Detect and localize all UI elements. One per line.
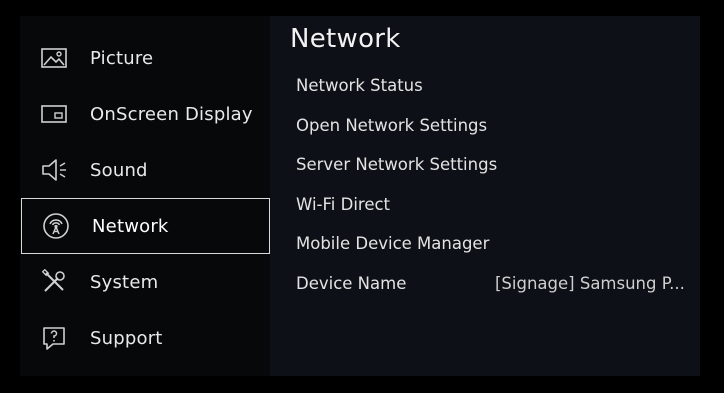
option-device-name[interactable]: Device Name [Signage] Samsung P... xyxy=(296,268,686,298)
option-network-status[interactable]: Network Status xyxy=(296,70,686,100)
sidebar-item-onscreen-display[interactable]: OnScreen Display xyxy=(20,86,270,142)
option-label: Network Status xyxy=(296,75,423,95)
option-label: Open Network Settings xyxy=(296,115,488,135)
speaker-icon xyxy=(40,156,68,184)
sidebar-item-support[interactable]: Support xyxy=(20,310,270,366)
option-label: Device Name xyxy=(296,273,407,293)
option-mobile-device-manager[interactable]: Mobile Device Manager xyxy=(296,228,686,258)
sidebar-item-picture[interactable]: Picture xyxy=(20,30,270,86)
sidebar-item-system[interactable]: System xyxy=(20,254,270,310)
option-label: Server Network Settings xyxy=(296,154,498,174)
sidebar-item-label: Picture xyxy=(90,47,154,69)
sidebar-item-network[interactable]: Network xyxy=(21,198,270,254)
sidebar-item-label: Network xyxy=(92,215,169,237)
option-open-network-settings[interactable]: Open Network Settings xyxy=(296,110,686,140)
sidebar-item-label: OnScreen Display xyxy=(90,103,253,125)
option-label: Wi-Fi Direct xyxy=(296,194,391,214)
tools-icon xyxy=(40,268,68,296)
option-wifi-direct[interactable]: Wi-Fi Direct xyxy=(296,189,686,219)
page-title: Network xyxy=(290,24,401,54)
onscreen-display-icon xyxy=(40,100,68,128)
support-icon xyxy=(40,324,68,352)
sidebar-item-label: Sound xyxy=(90,159,148,181)
sidebar-item-sound[interactable]: Sound xyxy=(20,142,270,198)
picture-icon xyxy=(40,44,68,72)
option-server-network-settings[interactable]: Server Network Settings xyxy=(296,149,686,179)
network-content-panel: Network Network Status Open Network Sett… xyxy=(270,16,700,376)
sidebar-item-label: System xyxy=(90,271,159,293)
settings-sidebar: Picture OnScreen Display Sound Network S… xyxy=(20,16,270,376)
sidebar-item-label: Support xyxy=(90,327,163,349)
network-icon xyxy=(42,212,70,240)
device-name-value: [Signage] Samsung P... xyxy=(495,273,685,293)
option-label: Mobile Device Manager xyxy=(296,233,490,253)
